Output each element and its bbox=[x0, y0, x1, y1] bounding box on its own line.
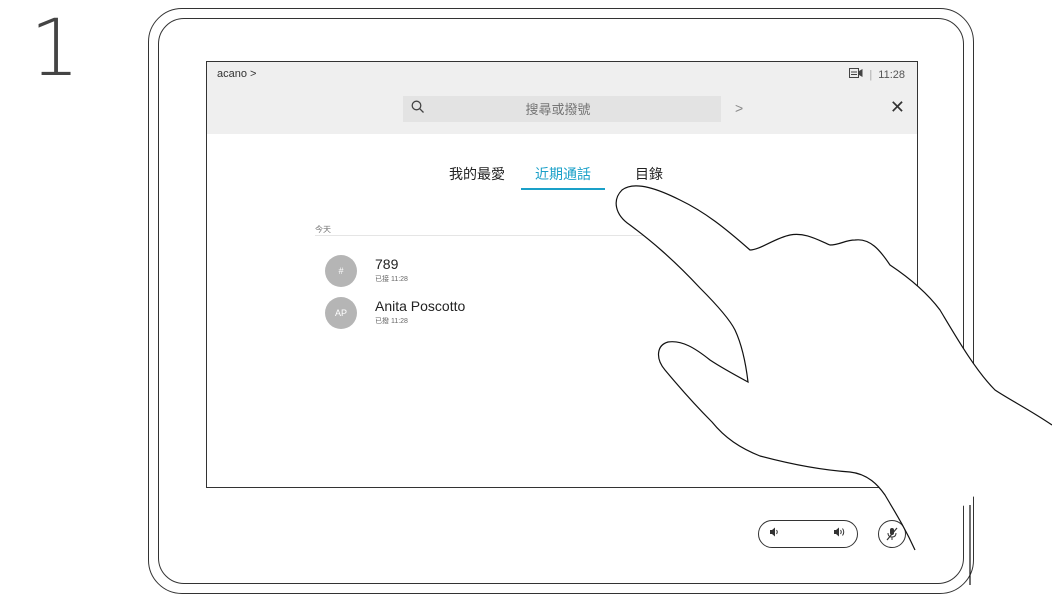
avatar: # bbox=[325, 255, 357, 287]
call-detail: 已撥 11:28 bbox=[375, 318, 408, 325]
tab-favorites[interactable]: 我的最愛 bbox=[449, 164, 505, 184]
clock: 11:28 bbox=[878, 69, 905, 81]
volume-control[interactable] bbox=[758, 520, 858, 548]
section-label-today: 今天 bbox=[315, 225, 331, 234]
search-go-arrow[interactable]: > bbox=[735, 100, 743, 116]
search-input[interactable] bbox=[425, 100, 691, 118]
contact-name: 789 bbox=[375, 256, 399, 272]
status-separator: | bbox=[869, 69, 873, 81]
call-detail: 已接 11:28 bbox=[375, 276, 408, 283]
camera-screen-icon[interactable] bbox=[849, 68, 863, 82]
tab-directory[interactable]: 目錄 bbox=[635, 164, 663, 184]
active-tab-indicator bbox=[521, 188, 605, 190]
search-bar[interactable] bbox=[403, 96, 721, 122]
touch-screen: acano > | 11:28 > ✕ 我的最愛 近期通話 目錄 今天 # 78… bbox=[206, 61, 918, 488]
top-bar: acano > | 11:28 > ✕ bbox=[207, 62, 917, 134]
close-icon[interactable]: ✕ bbox=[890, 98, 905, 116]
section-divider bbox=[315, 235, 675, 236]
speaker-high-icon[interactable] bbox=[833, 526, 847, 541]
brand-label[interactable]: acano > bbox=[217, 68, 256, 80]
microphone-muted-icon[interactable] bbox=[878, 520, 906, 548]
search-icon bbox=[411, 100, 425, 119]
status-area: | 11:28 bbox=[849, 68, 905, 82]
step-number: 1 bbox=[30, 4, 80, 94]
contact-name: Anita Poscotto bbox=[375, 298, 466, 314]
avatar: AP bbox=[325, 297, 357, 329]
tab-recents[interactable]: 近期通話 bbox=[535, 164, 591, 184]
speaker-low-icon[interactable] bbox=[769, 526, 779, 541]
